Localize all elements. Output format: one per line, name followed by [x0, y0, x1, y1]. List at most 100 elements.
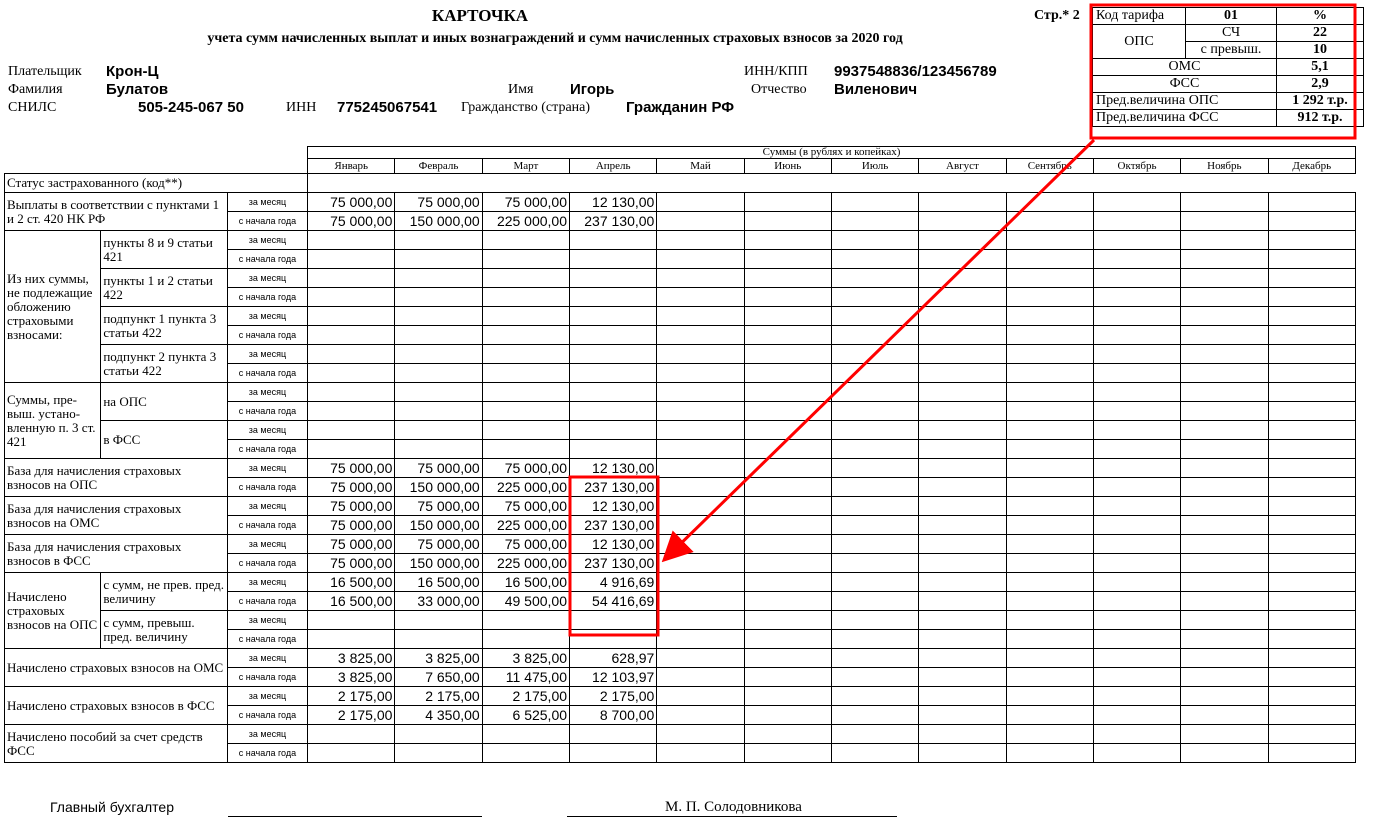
- value-cell: [830, 192, 920, 212]
- value-cell: [1267, 211, 1357, 231]
- value-cell: [1092, 724, 1182, 744]
- value-cell: [656, 268, 745, 288]
- tariff-over-value: 10: [1276, 41, 1364, 59]
- value-cell: [1267, 382, 1357, 402]
- value-cell: [481, 382, 571, 402]
- value-cell: [1092, 420, 1182, 440]
- value-cell: [830, 363, 920, 383]
- value-cell: [830, 667, 920, 687]
- value-cell: [656, 591, 745, 611]
- value-cell: [307, 629, 396, 649]
- value-cell: [394, 249, 483, 269]
- value-cell: [1180, 591, 1269, 611]
- value-cell: [1180, 268, 1269, 288]
- accrued-ops-label: Начислено страховых взносов на ОПС: [3, 572, 102, 649]
- snils-value: 505-245-067 50: [138, 99, 244, 116]
- value-cell: 2 175,00: [569, 686, 658, 706]
- value-cell: [1092, 629, 1182, 649]
- value-cell: 237 130,00: [569, 211, 658, 231]
- value-cell: [1267, 648, 1357, 668]
- value-cell: [1005, 401, 1094, 421]
- value-cell: 4 350,00: [394, 705, 483, 725]
- value-cell: [569, 724, 658, 744]
- value-cell: 150 000,00: [394, 553, 483, 573]
- value-cell: [569, 344, 658, 364]
- inn-kpp-label: ИНН/КПП: [744, 64, 808, 79]
- value-cell: [307, 401, 396, 421]
- value-cell: [1092, 268, 1182, 288]
- value-cell: [394, 629, 483, 649]
- value-cell: [1092, 306, 1182, 326]
- value-cell: [1267, 743, 1357, 763]
- value-cell: [1092, 249, 1182, 269]
- value-cell: [1267, 610, 1357, 630]
- value-cell: [830, 705, 920, 725]
- value-cell: [1005, 458, 1094, 478]
- value-cell: [569, 629, 658, 649]
- value-cell: 75 000,00: [481, 192, 571, 212]
- value-cell: [656, 667, 745, 687]
- value-cell: [481, 724, 571, 744]
- period-year-label: с начала года: [226, 477, 309, 497]
- value-cell: [743, 553, 832, 573]
- tariff-percent-label: %: [1276, 7, 1364, 25]
- value-cell: [918, 306, 1007, 326]
- value-cell: [656, 401, 745, 421]
- value-cell: [394, 325, 483, 345]
- value-cell: [1092, 515, 1182, 535]
- value-cell: 16 500,00: [307, 572, 396, 592]
- value-cell: [1180, 287, 1269, 307]
- payer-label: Плательщик: [8, 64, 82, 79]
- tariff-oms-label: ОМС: [1092, 58, 1277, 76]
- period-month-label: за месяц: [226, 648, 309, 668]
- value-cell: 75 000,00: [394, 192, 483, 212]
- value-cell: [918, 610, 1007, 630]
- value-cell: 3 825,00: [481, 648, 571, 668]
- value-cell: [307, 420, 396, 440]
- value-cell: [1267, 572, 1357, 592]
- value-cell: [830, 287, 920, 307]
- value-cell: [1092, 667, 1182, 687]
- value-cell: [743, 515, 832, 535]
- value-cell: [656, 534, 745, 554]
- month-header: Январь: [307, 158, 396, 174]
- value-cell: [656, 572, 745, 592]
- value-cell: [1267, 420, 1357, 440]
- value-cell: 225 000,00: [481, 515, 571, 535]
- period-year-label: с начала года: [226, 363, 309, 383]
- value-cell: [1005, 496, 1094, 516]
- value-cell: [481, 401, 571, 421]
- period-year-label: с начала года: [226, 553, 309, 573]
- value-cell: [1005, 363, 1094, 383]
- value-cell: [656, 420, 745, 440]
- value-cell: 7 650,00: [394, 667, 483, 687]
- period-month-label: за месяц: [226, 610, 309, 630]
- value-cell: [830, 515, 920, 535]
- value-cell: [307, 230, 396, 250]
- inn-label: ИНН: [286, 100, 317, 115]
- card-table: Суммы (в рублях и копейках) Январь Феврал…: [3, 146, 1357, 763]
- value-cell: [394, 420, 483, 440]
- tariff-limit-fss-value: 912 т.р.: [1276, 109, 1364, 127]
- row-label: Выплаты в соответствии с пунктами 1 и 2 …: [4, 192, 228, 231]
- value-cell: [743, 705, 832, 725]
- value-cell: [1267, 667, 1357, 687]
- value-cell: 3 825,00: [307, 648, 396, 668]
- value-cell: 49 500,00: [481, 591, 571, 611]
- value-cell: [307, 610, 396, 630]
- month-header: Февраль: [394, 158, 483, 174]
- value-cell: [656, 363, 745, 383]
- period-year-label: с начала года: [226, 439, 309, 459]
- value-cell: [656, 610, 745, 630]
- value-cell: [1005, 192, 1094, 212]
- value-cell: [918, 724, 1007, 744]
- month-header: Июнь: [743, 158, 832, 174]
- value-cell: [1180, 325, 1269, 345]
- value-cell: [1092, 363, 1182, 383]
- value-cell: [830, 325, 920, 345]
- value-cell: [656, 629, 745, 649]
- value-cell: 3 825,00: [307, 667, 396, 687]
- period-month-label: за месяц: [226, 686, 309, 706]
- value-cell: [656, 477, 745, 497]
- tariff-code-label: Код тарифа: [1092, 7, 1186, 25]
